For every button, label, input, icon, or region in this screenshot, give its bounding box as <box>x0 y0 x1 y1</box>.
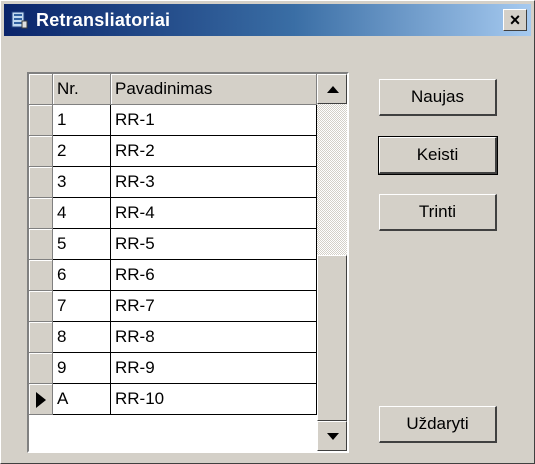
row-indicator-cell[interactable] <box>29 229 53 260</box>
current-row-pointer-icon <box>36 392 46 408</box>
close-icon[interactable]: × <box>503 9 527 31</box>
relays-grid[interactable]: Nr. Pavadinimas 1 RR-1 2 RR-2 3 RR-3 4 RR-4 5 RR-… <box>27 72 349 453</box>
cell-nr[interactable]: 1 <box>53 105 111 136</box>
cell-pavadinimas[interactable]: RR-10 <box>111 384 317 415</box>
header-indicator-cell <box>29 74 53 105</box>
scroll-thumb[interactable] <box>317 255 347 421</box>
cell-pavadinimas[interactable]: RR-1 <box>111 105 317 136</box>
row-indicator-cell[interactable] <box>29 260 53 291</box>
table-row[interactable]: 3 RR-3 <box>29 167 317 198</box>
cell-nr[interactable]: 3 <box>53 167 111 198</box>
row-indicator-cell[interactable] <box>29 353 53 384</box>
row-indicator-cell[interactable] <box>29 136 53 167</box>
cell-nr[interactable]: 7 <box>53 291 111 322</box>
table-row[interactable]: 2 RR-2 <box>29 136 317 167</box>
vertical-scrollbar[interactable] <box>317 74 347 451</box>
cell-nr[interactable]: 8 <box>53 322 111 353</box>
scroll-up-button[interactable] <box>317 74 347 104</box>
table-row[interactable]: A RR-10 <box>29 384 317 415</box>
cell-pavadinimas[interactable]: RR-5 <box>111 229 317 260</box>
scroll-down-button[interactable] <box>317 421 347 451</box>
cell-nr[interactable]: 4 <box>53 198 111 229</box>
column-header-nr[interactable]: Nr. <box>53 74 111 105</box>
row-indicator-cell[interactable] <box>29 105 53 136</box>
title-bar[interactable]: Retransliatoriai × <box>4 4 531 36</box>
row-indicator-cell[interactable] <box>29 291 53 322</box>
grid-header-row: Nr. Pavadinimas <box>29 74 317 105</box>
window-title: Retransliatoriai <box>36 10 171 30</box>
cell-pavadinimas[interactable]: RR-2 <box>111 136 317 167</box>
cell-nr[interactable]: 2 <box>53 136 111 167</box>
delete-button[interactable]: Trinti <box>379 194 497 231</box>
table-row[interactable]: 5 RR-5 <box>29 229 317 260</box>
table-row[interactable]: 1 RR-1 <box>29 105 317 136</box>
table-row[interactable]: 7 RR-7 <box>29 291 317 322</box>
retransliatoriai-window: Retransliatoriai × Nr. Pavadinimas 1 RR-1… <box>0 0 535 464</box>
column-header-pavadinimas[interactable]: Pavadinimas <box>111 74 317 105</box>
cell-pavadinimas[interactable]: RR-9 <box>111 353 317 384</box>
table-row[interactable]: 8 RR-8 <box>29 322 317 353</box>
app-icon <box>11 11 28 29</box>
close-button[interactable]: Uždaryti <box>379 406 497 443</box>
new-button[interactable]: Naujas <box>379 79 497 116</box>
table-row[interactable]: 9 RR-9 <box>29 353 317 384</box>
row-indicator-cell[interactable] <box>29 322 53 353</box>
cell-nr[interactable]: A <box>53 384 111 415</box>
table-row[interactable]: 4 RR-4 <box>29 198 317 229</box>
cell-pavadinimas[interactable]: RR-3 <box>111 167 317 198</box>
table-row[interactable]: 6 RR-6 <box>29 260 317 291</box>
cell-nr[interactable]: 9 <box>53 353 111 384</box>
arrow-down-icon <box>327 433 339 440</box>
row-indicator-cell[interactable] <box>29 198 53 229</box>
cell-nr[interactable]: 6 <box>53 260 111 291</box>
cell-pavadinimas[interactable]: RR-8 <box>111 322 317 353</box>
cell-pavadinimas[interactable]: RR-6 <box>111 260 317 291</box>
row-indicator-cell[interactable] <box>29 384 53 415</box>
edit-button[interactable]: Keisti <box>378 136 498 175</box>
cell-nr[interactable]: 5 <box>53 229 111 260</box>
row-indicator-cell[interactable] <box>29 167 53 198</box>
cell-pavadinimas[interactable]: RR-4 <box>111 198 317 229</box>
cell-pavadinimas[interactable]: RR-7 <box>111 291 317 322</box>
arrow-up-icon <box>327 86 339 93</box>
